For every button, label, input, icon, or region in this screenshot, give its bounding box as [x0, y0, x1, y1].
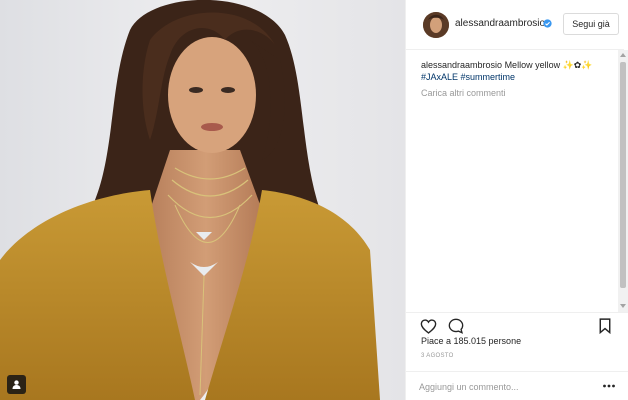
hashtag-link[interactable]: #summertime — [461, 72, 516, 82]
verified-badge-icon — [543, 19, 552, 28]
comment-icon[interactable] — [448, 318, 464, 334]
bookmark-icon[interactable] — [599, 318, 611, 334]
add-comment-bar — [406, 371, 628, 400]
follow-button[interactable]: Segui già — [563, 13, 619, 35]
more-options-icon[interactable] — [602, 383, 616, 389]
post-sidebar: alessandraambrosio Segui già alessandraa… — [405, 0, 628, 400]
caption-text: Mellow yellow ✨✿✨ — [504, 60, 593, 70]
post-actions: Piace a 185.015 persone 3 AGOSTO — [406, 312, 628, 400]
post-date[interactable]: 3 AGOSTO — [421, 353, 454, 359]
hashtag-link[interactable]: #JAxALE — [421, 72, 458, 82]
caption-username[interactable]: alessandraambrosio — [421, 60, 502, 70]
scroll-thumb[interactable] — [620, 62, 626, 288]
post-header: alessandraambrosio Segui già — [406, 0, 624, 50]
scroll-up-arrow-icon[interactable] — [620, 53, 626, 57]
scroll-down-arrow-icon[interactable] — [620, 304, 626, 308]
author-username[interactable]: alessandraambrosio — [455, 18, 545, 29]
post-image — [0, 0, 405, 400]
post-caption: alessandraambrosio Mellow yellow ✨✿✨ #JA… — [421, 59, 611, 83]
load-more-comments-link[interactable]: Carica altri commenti — [421, 88, 506, 98]
user-tag-icon[interactable] — [7, 375, 26, 394]
heart-icon[interactable] — [420, 319, 437, 334]
post-photo[interactable] — [0, 0, 405, 400]
comments-scrollbar[interactable] — [618, 50, 628, 312]
avatar[interactable] — [423, 12, 449, 38]
likes-count[interactable]: Piace a 185.015 persone — [421, 336, 521, 346]
comment-input[interactable] — [419, 379, 589, 395]
